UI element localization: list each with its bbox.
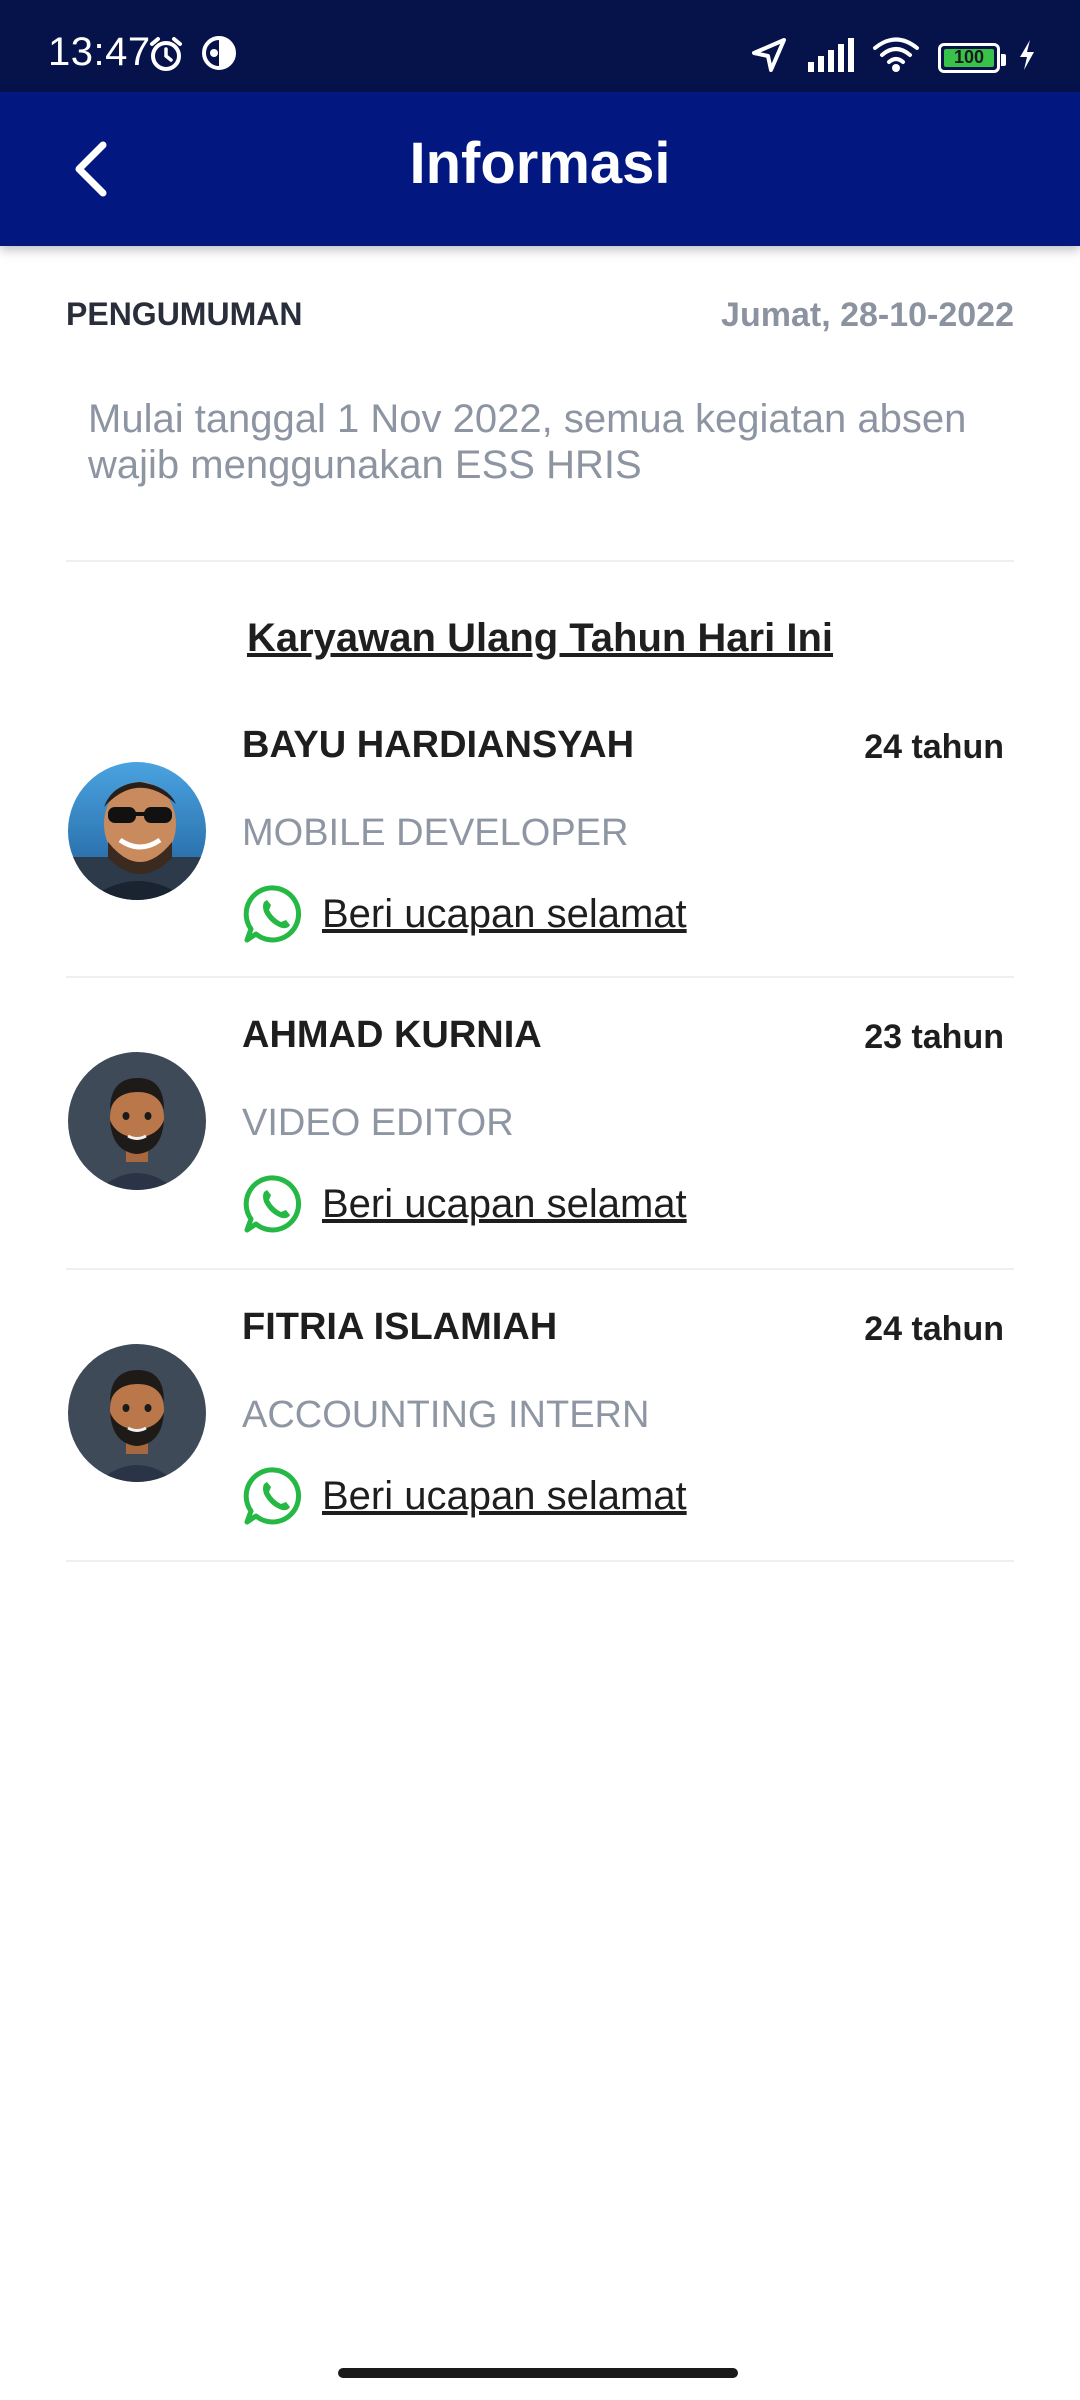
birthday-section-title: Karyawan Ulang Tahun Hari Ini (246, 616, 834, 660)
congratulate-link[interactable]: Beri ucapan selamat (242, 1464, 687, 1528)
status-right-icons: 100 (750, 36, 1036, 79)
congratulate-link[interactable]: Beri ucapan selamat (242, 1172, 687, 1236)
employee-age: 24 tahun (864, 1310, 1004, 1348)
page-title: Informasi (409, 131, 671, 196)
divider (66, 560, 1014, 562)
whatsapp-icon (243, 1175, 302, 1233)
employee-name: FITRIA ISLAMIAH (242, 1306, 558, 1348)
employee-role: ACCOUNTING INTERN (242, 1394, 650, 1436)
screen: 13:47 100 Informasi PENGUMUMAN Jumat, 28… (0, 0, 1080, 2400)
avatar (68, 1052, 206, 1190)
wifi-icon (872, 37, 920, 78)
avatar (68, 1344, 206, 1482)
announcement-label: PENGUMUMAN (66, 296, 303, 332)
battery-icon: 100 (938, 42, 1006, 73)
home-indicator[interactable] (338, 2368, 738, 2378)
whatsapp-icon (243, 885, 302, 943)
announcement-text: Mulai tanggal 1 Nov 2022, semua kegiatan… (88, 397, 967, 487)
announcement-date: Jumat, 28-10-2022 (721, 296, 1014, 334)
avatar (68, 762, 206, 900)
data-saver-icon (200, 34, 238, 79)
employee-role: VIDEO EDITOR (242, 1102, 514, 1144)
battery-level: 100 (953, 47, 985, 67)
location-arrow-icon (750, 36, 788, 79)
signal-icon (806, 38, 854, 77)
divider (66, 1268, 1014, 1270)
charging-icon (1018, 40, 1036, 75)
status-left-icons (146, 34, 238, 79)
birthday-row: AHMAD KURNIA 23 tahun VIDEO EDITOR Beri … (0, 980, 1080, 1270)
divider (66, 976, 1014, 978)
whatsapp-icon (243, 1467, 302, 1525)
birthday-row: BAYU HARDIANSYAH 24 tahun MOBILE DEVELOP… (0, 690, 1080, 980)
birthday-row: FITRIA ISLAMIAH 24 tahun ACCOUNTING INTE… (0, 1272, 1080, 1562)
employee-name: AHMAD KURNIA (242, 1014, 542, 1056)
congratulate-label[interactable]: Beri ucapan selamat (322, 892, 687, 937)
congratulate-label[interactable]: Beri ucapan selamat (322, 1182, 687, 1227)
app-bar: Informasi (0, 92, 1080, 246)
status-time: 13:47 (48, 30, 151, 74)
alarm-icon (146, 34, 186, 79)
employee-name: BAYU HARDIANSYAH (242, 724, 635, 766)
employee-age: 24 tahun (864, 728, 1004, 766)
congratulate-label[interactable]: Beri ucapan selamat (322, 1474, 687, 1519)
congratulate-link[interactable]: Beri ucapan selamat (242, 882, 687, 946)
divider (66, 1560, 1014, 1562)
employee-age: 23 tahun (864, 1018, 1004, 1056)
employee-role: MOBILE DEVELOPER (242, 812, 629, 854)
status-bar: 13:47 100 (0, 0, 1080, 92)
